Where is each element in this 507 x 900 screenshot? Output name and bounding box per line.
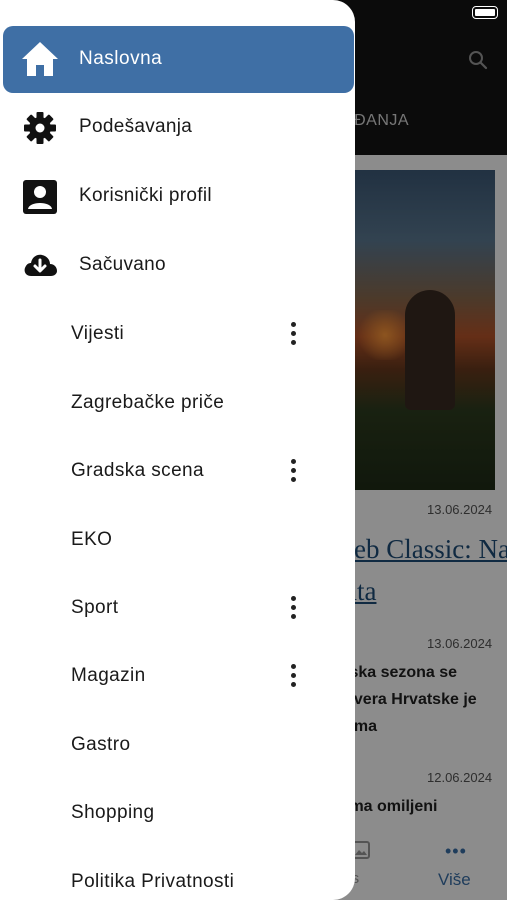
menu-item-label: Naslovna: [79, 48, 163, 69]
more-vert-icon[interactable]: [282, 456, 306, 486]
category-label: EKO: [71, 529, 113, 550]
category-label: Vijesti: [71, 323, 125, 344]
category-politika-privatnosti[interactable]: Politika Privatnosti: [0, 857, 355, 900]
category-gradska-scena[interactable]: Gradska scena: [0, 446, 355, 496]
menu-item-podesavanja[interactable]: Podešavanja: [0, 98, 355, 158]
category-sport[interactable]: Sport: [0, 583, 355, 633]
category-eko[interactable]: EKO: [0, 515, 355, 565]
category-gastro[interactable]: Gastro: [0, 720, 355, 770]
category-label: Politika Privatnosti: [71, 871, 235, 892]
category-shopping[interactable]: Shopping: [0, 788, 355, 838]
menu-item-label: Sačuvano: [79, 254, 166, 275]
category-label: Zagrebačke priče: [71, 392, 225, 413]
profile-icon: [23, 180, 57, 214]
category-label: Gastro: [71, 734, 131, 755]
menu-item-korisnicki-profil[interactable]: Korisnički profil: [0, 167, 355, 227]
gear-icon: [24, 112, 56, 144]
battery-icon: [472, 6, 498, 19]
category-label: Magazin: [71, 665, 146, 686]
category-label: Sport: [71, 597, 119, 618]
menu-item-label: Podešavanja: [79, 116, 193, 137]
category-vijesti[interactable]: Vijesti: [0, 309, 355, 359]
more-vert-icon[interactable]: [282, 593, 306, 623]
more-vert-icon[interactable]: [282, 661, 306, 691]
menu-item-sacuvano[interactable]: Sačuvano: [0, 236, 355, 296]
category-label: Shopping: [71, 802, 155, 823]
home-icon: [22, 42, 58, 76]
cloud-download-icon: [24, 254, 58, 276]
more-vert-icon[interactable]: [282, 319, 306, 349]
category-zagrebacke-price[interactable]: Zagrebačke priče: [0, 378, 355, 428]
category-magazin[interactable]: Magazin: [0, 651, 355, 701]
navigation-drawer: Naslovna Podešavanja Korisnički profil S…: [0, 0, 355, 900]
menu-item-label: Korisnički profil: [79, 185, 212, 206]
category-label: Gradska scena: [71, 460, 204, 481]
menu-item-naslovna[interactable]: Naslovna: [3, 26, 354, 93]
